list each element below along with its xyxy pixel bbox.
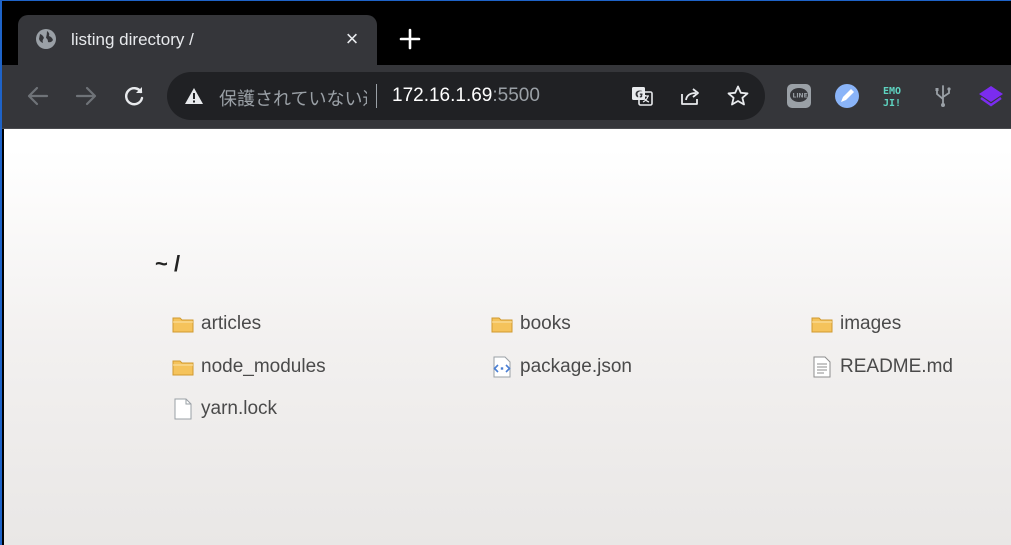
pencil-extension-icon[interactable] (834, 83, 860, 109)
file-name: README.md (840, 356, 953, 377)
tab-strip: listing directory / × (2, 1, 1011, 65)
url-port: :5500 (492, 85, 540, 106)
file-name: package.json (520, 356, 632, 377)
browser-window: listing directory / × 保護されていない 172.16.1.… (0, 0, 1011, 545)
emoji-extension-icon[interactable]: EMO JI! (882, 83, 908, 109)
folder-icon (811, 313, 833, 335)
layers-extension-icon[interactable] (978, 83, 1004, 109)
url-text[interactable]: 172.16.1.69:5500 (392, 85, 540, 107)
svg-text:LINE: LINE (793, 93, 808, 100)
folder-icon (491, 313, 513, 335)
tab-listing-directory[interactable]: listing directory / × (18, 15, 377, 65)
page-content: ~ / articles books images node_modules p… (4, 129, 1011, 545)
new-tab-icon[interactable] (396, 25, 424, 53)
folder-icon (172, 356, 194, 378)
file-name: node_modules (201, 356, 326, 377)
file-name: yarn.lock (201, 398, 278, 419)
breadcrumb[interactable]: ~ / (155, 251, 180, 277)
svg-text:JI!: JI! (883, 98, 901, 109)
back-arrow-icon[interactable] (24, 82, 52, 110)
blank-file-icon (172, 398, 194, 420)
svg-text:EMO: EMO (883, 86, 901, 97)
star-icon[interactable] (726, 84, 750, 108)
folder-icon (172, 313, 194, 335)
file-name: articles (201, 313, 262, 334)
tab-title: listing directory / (71, 30, 194, 49)
warning-icon[interactable] (184, 86, 204, 106)
line-extension-icon[interactable]: LINE (786, 83, 812, 109)
translate-icon[interactable]: G (630, 84, 654, 108)
file-name: images (840, 313, 902, 334)
url-host: 172.16.1.69 (392, 85, 493, 106)
reload-icon[interactable] (120, 82, 148, 110)
forward-arrow-icon[interactable] (72, 82, 100, 110)
text-file-icon (811, 356, 833, 378)
share-icon[interactable] (678, 84, 702, 108)
tab-close-icon[interactable]: × (341, 28, 363, 50)
file-name: books (520, 313, 571, 334)
usb-extension-icon[interactable] (930, 83, 956, 109)
json-file-icon (491, 356, 513, 378)
security-status-text[interactable]: 保護されていない通信 (219, 85, 367, 111)
toolbar: 保護されていない通信 172.16.1.69:5500 G (2, 65, 1011, 129)
address-bar[interactable]: 保護されていない通信 172.16.1.69:5500 G (167, 72, 765, 120)
omnibox-divider (376, 84, 377, 108)
globe-icon (35, 28, 57, 50)
